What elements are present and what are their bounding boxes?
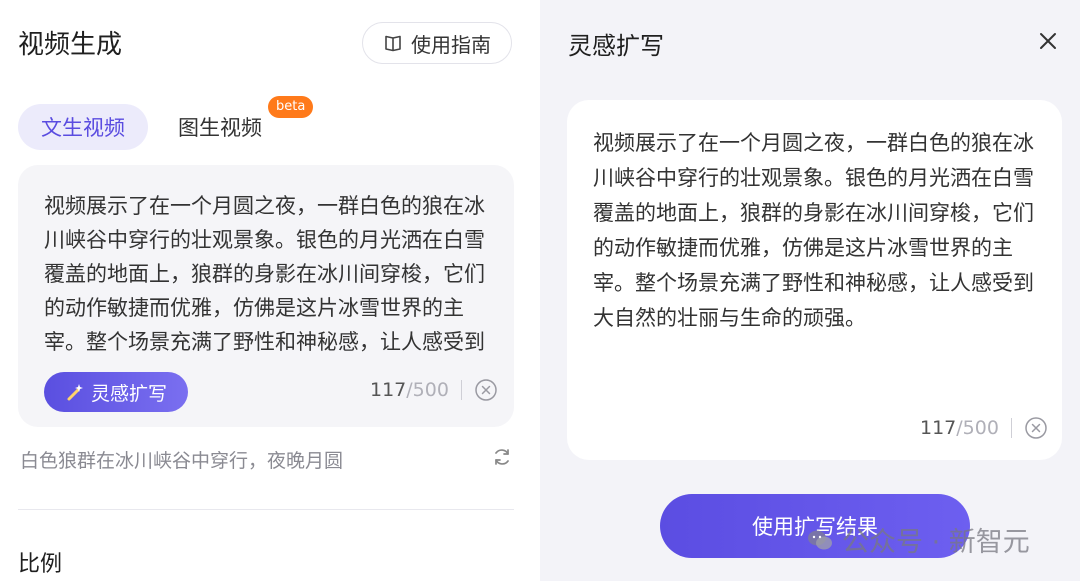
char-max: /500 [406,379,449,401]
expanded-result-card: 视频展示了在一个月圆之夜，一群白色的狼在冰川峡谷中穿行的壮观景象。银色的月光洒在… [567,100,1062,460]
beta-badge: beta [268,96,314,118]
book-icon [385,35,401,52]
counter-divider [460,380,462,400]
magic-wand-icon [67,384,83,401]
page-title: 视频生成 [18,30,123,60]
prompt-textarea[interactable]: 视频展示了在一个月圆之夜，一群白色的狼在冰川峡谷中穿行的壮观景象。银色的月光洒在… [44,189,494,359]
inspire-panel-title: 灵感扩写 [568,32,664,60]
watermark: 公众号 · 新智元 [806,520,1030,559]
section-divider [18,509,514,510]
char-counter: 117 /500 [370,378,498,402]
ratio-section-label: 比例 [18,552,63,577]
watermark-text: 公众号 · 新智元 [842,527,1030,558]
result-char-max: /500 [956,417,999,439]
inspire-expand-button[interactable]: 灵感扩写 [44,372,188,412]
guide-button[interactable]: 使用指南 [362,22,512,64]
tab-text-to-video[interactable]: 文生视频 [18,104,148,150]
prompt-card[interactable]: 视频展示了在一个月圆之夜，一群白色的狼在冰川峡谷中穿行的壮观景象。银色的月光洒在… [18,165,514,427]
result-counter-divider [1010,418,1012,438]
inspire-expand-label: 灵感扩写 [90,382,167,405]
clear-icon[interactable] [474,378,498,402]
video-generation-panel: 视频生成 使用指南 文生视频 图生视频 beta 视频展示了在一个月圆之夜，一群… [0,0,540,581]
close-icon[interactable] [1036,29,1060,53]
char-count: 117 [370,379,407,401]
refresh-icon[interactable] [491,446,513,468]
wechat-logo-icon [808,530,832,549]
expanded-result-text[interactable]: 视频展示了在一个月圆之夜，一群白色的狼在冰川峡谷中穿行的壮观景象。银色的月光洒在… [593,126,1043,336]
tab-image-to-video[interactable]: 图生视频 [158,104,282,150]
prompt-suggestion[interactable]: 白色狼群在冰川峡谷中穿行，夜晚月圆 [20,446,343,473]
guide-button-label: 使用指南 [411,32,491,57]
result-char-count: 117 [920,417,957,439]
result-char-counter: 117 /500 [920,416,1048,440]
clear-icon[interactable] [1024,416,1048,440]
